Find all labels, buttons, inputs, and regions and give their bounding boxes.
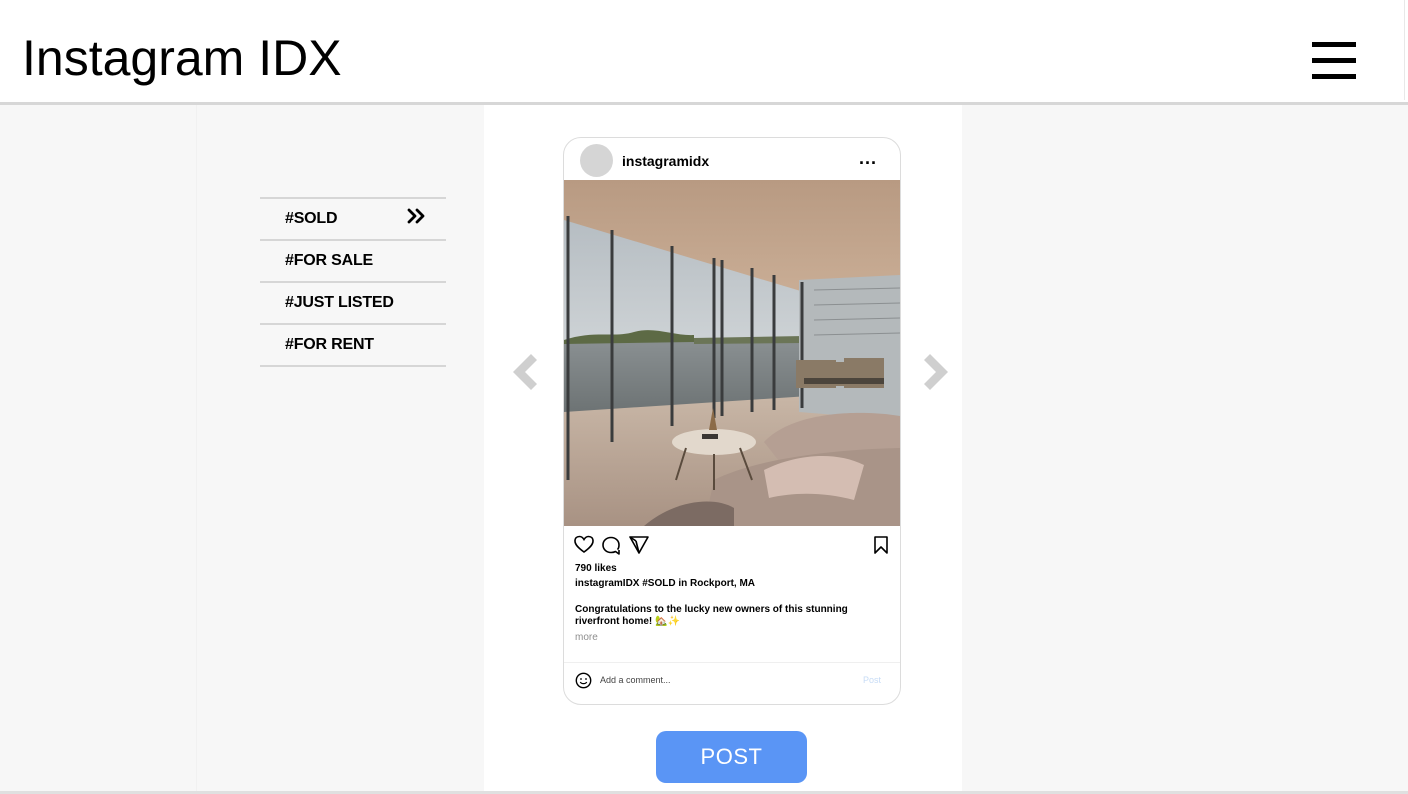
comment-post-button[interactable]: Post bbox=[863, 675, 881, 685]
tag-label: #SOLD bbox=[285, 210, 338, 227]
bookmark-icon[interactable] bbox=[870, 534, 892, 556]
tag-label: #JUST LISTED bbox=[285, 294, 394, 311]
share-icon[interactable] bbox=[628, 534, 650, 556]
tag-item-just-listed[interactable]: #JUST LISTED bbox=[260, 283, 446, 325]
more-options-icon[interactable]: ... bbox=[859, 148, 877, 169]
caption-header: instagramIDX #SOLD in Rockport, MA bbox=[575, 578, 756, 589]
hamburger-menu-icon[interactable] bbox=[1310, 40, 1358, 82]
heart-icon[interactable] bbox=[573, 534, 595, 556]
header-edge-divider bbox=[1404, 0, 1408, 100]
comment-icon[interactable] bbox=[600, 534, 622, 556]
tag-item-for-sale[interactable]: #FOR SALE bbox=[260, 241, 446, 283]
chevron-right-icon[interactable] bbox=[922, 352, 952, 392]
avatar bbox=[580, 144, 613, 177]
hashtag-filter-list: #SOLD #FOR SALE #JUST LISTED #FOR RENT bbox=[260, 197, 446, 367]
riverfront-living-room-photo bbox=[564, 180, 900, 526]
chevron-left-icon[interactable] bbox=[509, 352, 539, 392]
tag-label: #FOR RENT bbox=[285, 336, 374, 353]
likes-count: 790 likes bbox=[575, 563, 617, 574]
double-chevron-right-icon bbox=[406, 207, 426, 230]
divider bbox=[564, 662, 900, 663]
post-button[interactable]: POST bbox=[656, 731, 807, 783]
emoji-icon[interactable] bbox=[575, 672, 592, 689]
post-username: instagramidx bbox=[622, 153, 710, 169]
app-title: Instagram IDX bbox=[22, 30, 342, 86]
app-header: Instagram IDX bbox=[0, 0, 1408, 105]
instagram-post-card: instagramidx ... 790 likes instagramIDX … bbox=[563, 137, 901, 705]
comment-input[interactable] bbox=[600, 671, 850, 689]
caption-body: Congratulations to the lucky new owners … bbox=[575, 604, 848, 627]
more-link[interactable]: more bbox=[575, 632, 598, 643]
tag-label: #FOR SALE bbox=[285, 252, 373, 269]
tag-item-sold[interactable]: #SOLD bbox=[260, 199, 446, 241]
tag-item-for-rent[interactable]: #FOR RENT bbox=[260, 325, 446, 367]
